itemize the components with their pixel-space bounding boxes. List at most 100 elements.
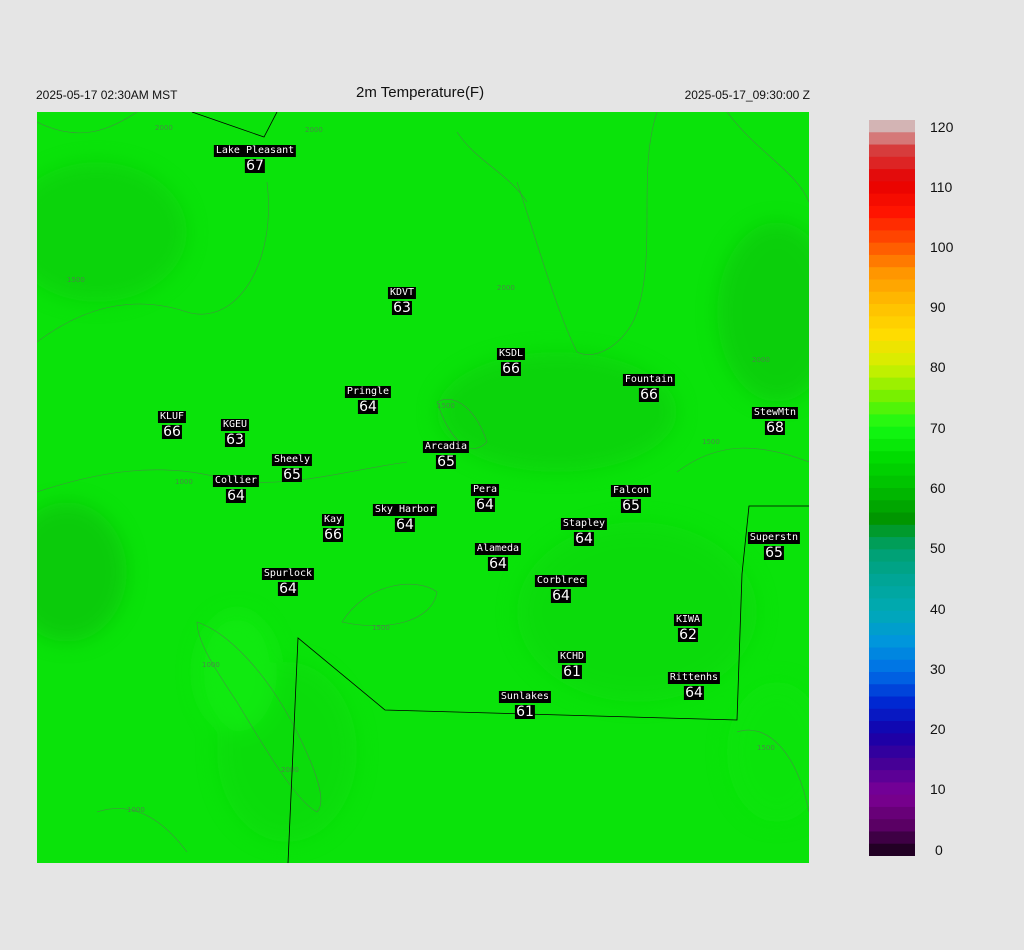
colorbar-tick: 20 xyxy=(930,721,946,737)
colorbar-segment xyxy=(869,463,915,477)
station-temperature: 65 xyxy=(621,498,641,514)
colorbar-segment xyxy=(869,402,915,415)
contour-label: 2000 xyxy=(155,124,173,132)
station-name: StewMtn xyxy=(751,407,799,419)
colorbar-segment xyxy=(869,488,915,501)
station-kchd: KCHD 61 xyxy=(557,647,587,679)
station-rittenhs: Rittenhs 64 xyxy=(667,668,721,700)
station-name: KGEU xyxy=(220,419,250,431)
temperature-map: 2000 1500 1000 1500 2000 1500 2000 1500 … xyxy=(37,112,809,863)
colorbar-tick: 70 xyxy=(930,420,946,436)
contour-label: 1500 xyxy=(437,402,455,410)
station-temperature: 64 xyxy=(395,517,415,533)
station-name: KLUF xyxy=(157,411,187,423)
station-name: Lake Pleasant xyxy=(213,145,297,157)
colorbar-tick: 0 xyxy=(935,842,943,858)
colorbar-segment xyxy=(869,843,915,856)
station-pringle: Pringle 64 xyxy=(344,382,392,415)
station-superstn: Superstn 65 xyxy=(747,528,801,560)
colorbar-segment xyxy=(869,635,915,649)
station-kdvt: KDVT 63 xyxy=(387,283,417,316)
colorbar-segment xyxy=(869,254,915,268)
colorbar-segment xyxy=(869,340,915,354)
colorbar-segment xyxy=(869,426,915,440)
station-name: Stapley xyxy=(560,518,608,530)
colorbar-segment xyxy=(869,831,915,845)
colorbar-segment xyxy=(869,475,915,489)
station-name: Corblrec xyxy=(534,575,588,587)
station-temperature: 64 xyxy=(278,581,298,597)
colorbar-segment xyxy=(869,181,915,195)
colorbar-tick: 100 xyxy=(930,239,954,255)
station-temperature: 66 xyxy=(639,387,659,403)
colorbar-segment xyxy=(869,414,915,428)
colorbar-segment xyxy=(869,561,915,575)
colorbar-segment xyxy=(869,500,915,514)
station-name: KIWA xyxy=(673,614,703,626)
station-spurlock: Spurlock 64 xyxy=(261,564,315,597)
colorbar-segment xyxy=(869,353,915,366)
station-corblrec: Corblrec 64 xyxy=(534,571,588,603)
colorbar-tick: 50 xyxy=(930,540,946,556)
colorbar-segment xyxy=(869,696,915,710)
contour-label: 1000 xyxy=(127,806,145,814)
station-alameda: Alameda 64 xyxy=(474,539,522,571)
colorbar-segment xyxy=(869,132,915,146)
colorbar-segment xyxy=(869,193,915,207)
colorbar-segment xyxy=(869,586,915,599)
colorbar-segment xyxy=(869,806,915,820)
station-name: Pera xyxy=(470,484,500,496)
station-kiwa: KIWA 62 xyxy=(673,610,703,643)
station-temperature: 64 xyxy=(475,497,495,513)
station-kay: Kay 66 xyxy=(321,510,345,542)
colorbar-segment xyxy=(869,598,915,612)
colorbar-segment xyxy=(869,708,915,722)
colorbar-segment xyxy=(869,230,915,244)
station-name: Kay xyxy=(321,514,345,526)
colorbar-segment xyxy=(869,684,915,698)
contour-label: 1500 xyxy=(702,438,720,446)
colorbar-tick: 40 xyxy=(930,601,946,617)
colorbar-segment xyxy=(869,794,915,808)
contour-label: 2000 xyxy=(497,284,515,292)
colorbar-segment xyxy=(869,647,915,661)
station-sunlakes: Sunlakes 61 xyxy=(498,687,552,720)
station-temperature: 65 xyxy=(282,467,302,483)
station-temperature: 67 xyxy=(245,158,265,174)
colorbar-tick: 30 xyxy=(930,661,946,677)
colorbar-segment xyxy=(869,365,915,379)
colorbar-segment xyxy=(869,304,915,317)
colorbar-segment xyxy=(869,144,915,158)
station-lake-pleasant: Lake Pleasant 67 xyxy=(213,141,297,174)
station-temperature: 64 xyxy=(358,399,378,415)
station-sky-harbor: Sky Harbor 64 xyxy=(372,500,438,533)
station-stewmtn: StewMtn 68 xyxy=(751,403,799,435)
colorbar-segment xyxy=(869,721,915,734)
colorbar-segment xyxy=(869,279,915,293)
colorbar-segment xyxy=(869,377,915,391)
colorbar-segment xyxy=(869,549,915,563)
station-temperature: 63 xyxy=(392,300,412,316)
colorbar-segment xyxy=(869,733,915,747)
colorbar-segment xyxy=(869,328,915,342)
station-name: Spurlock xyxy=(261,568,315,580)
station-temperature: 61 xyxy=(515,704,535,720)
station-temperature: 62 xyxy=(678,627,698,643)
station-sheely: Sheely 65 xyxy=(271,450,313,483)
contour-label: 1000 xyxy=(202,661,220,669)
station-name: Arcadia xyxy=(422,441,470,453)
colorbar-tick: 10 xyxy=(930,781,946,797)
colorbar-segment xyxy=(869,819,915,833)
contour-label: 2000 xyxy=(305,126,323,134)
station-name: Pringle xyxy=(344,386,392,398)
station-fountain: Fountain 66 xyxy=(622,370,676,403)
colorbar-segment xyxy=(869,316,915,330)
station-collier: Collier 64 xyxy=(212,471,260,503)
colorbar-segment xyxy=(869,672,915,685)
colorbar-tick: 120 xyxy=(930,119,954,135)
map-field: 2000 1500 1000 1500 2000 1500 2000 1500 … xyxy=(37,112,809,863)
station-stapley: Stapley 64 xyxy=(560,514,608,546)
contour-label: 1500 xyxy=(757,744,775,752)
station-temperature: 63 xyxy=(225,432,245,448)
colorbar-segment xyxy=(869,782,915,796)
